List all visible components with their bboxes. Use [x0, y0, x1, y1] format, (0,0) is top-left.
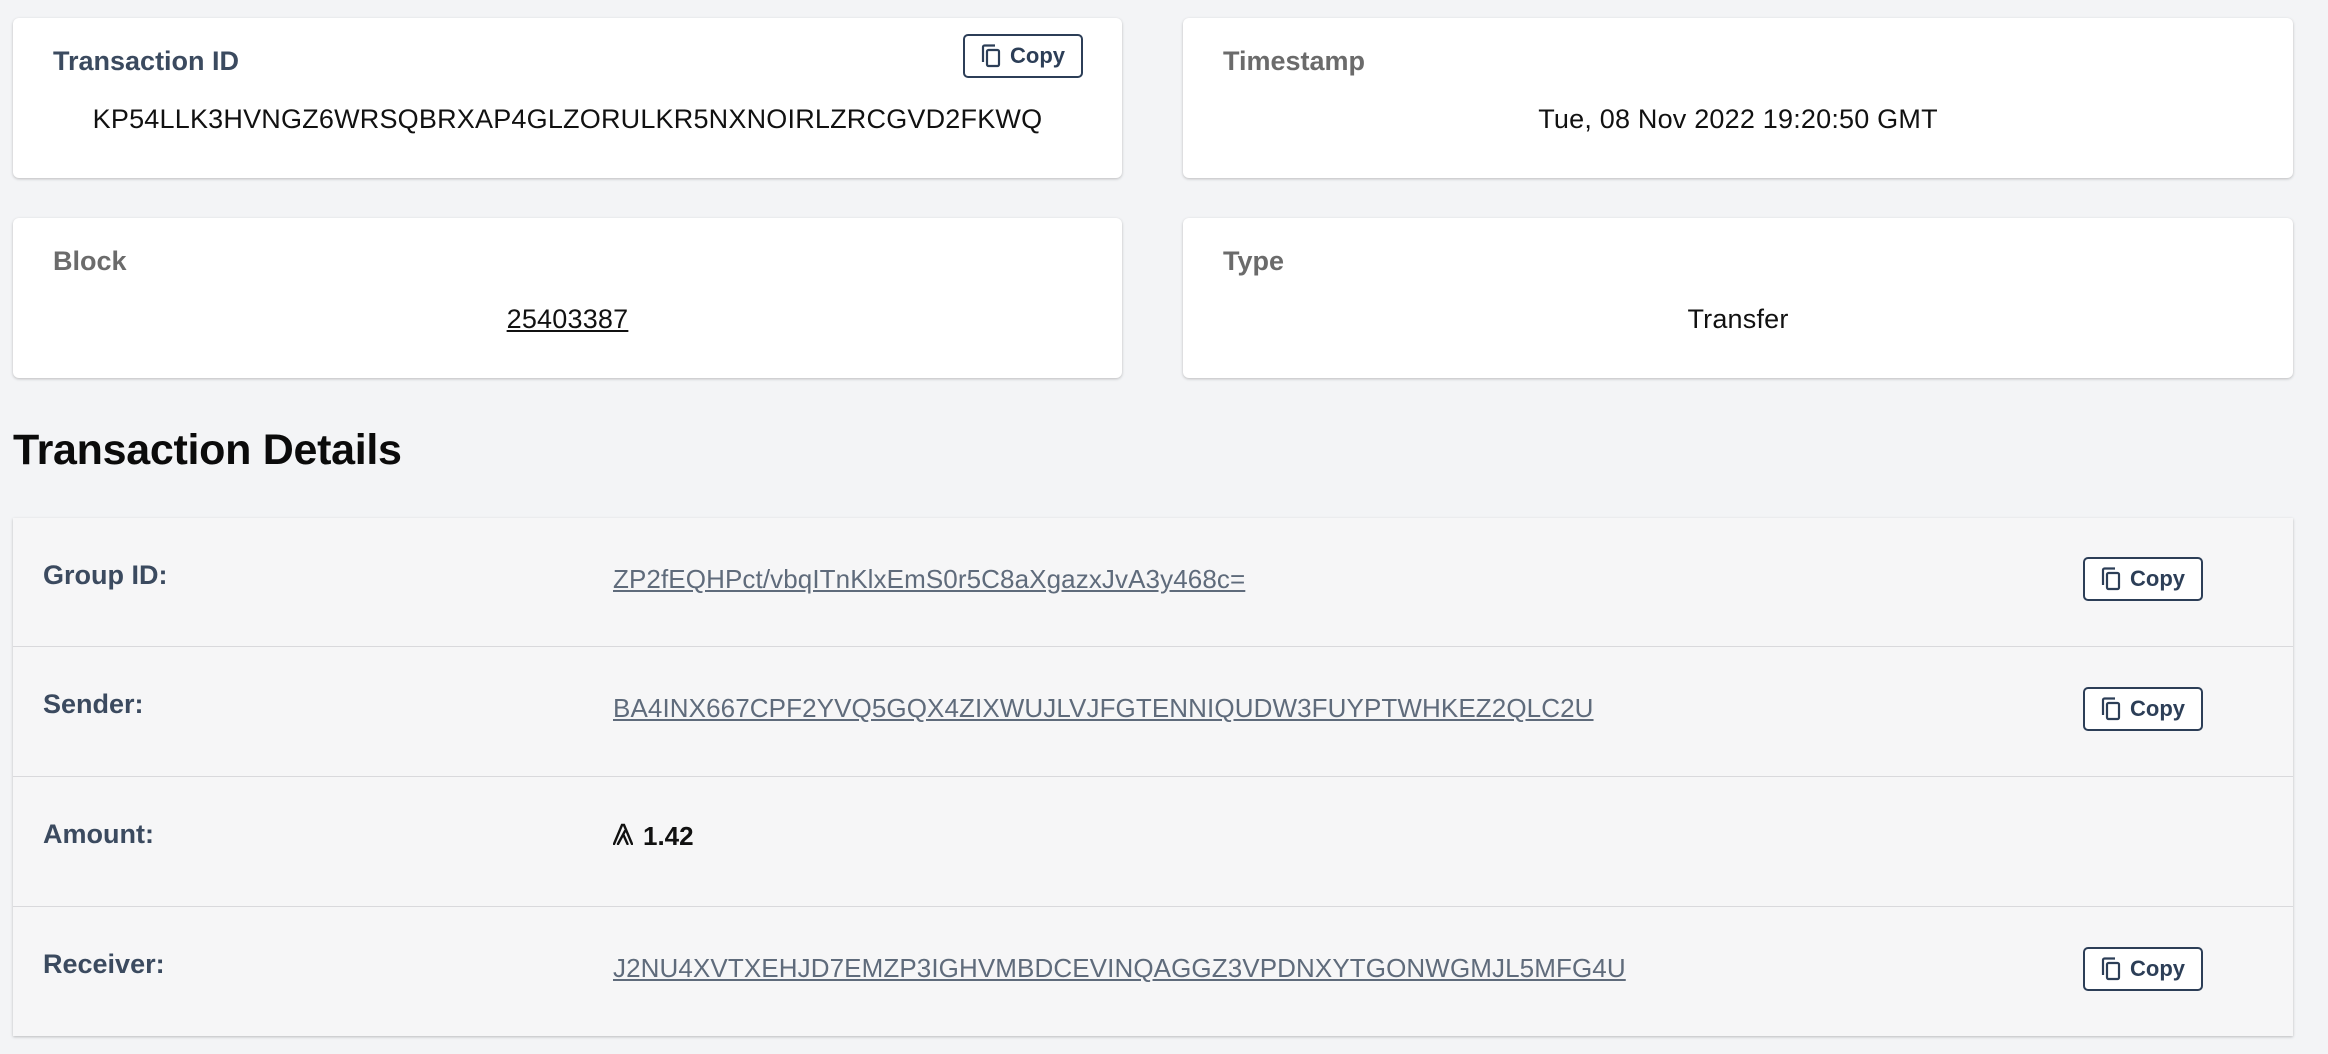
group-id-link[interactable]: ZP2fEQHPct/vbqITnKlxEmS0r5C8aXgazxJvA3y4… — [613, 564, 1245, 595]
copy-button-label: Copy — [2130, 696, 2185, 721]
group-id-row: Group ID: ZP2fEQHPct/vbqITnKlxEmS0r5C8aX… — [13, 518, 2293, 647]
copy-icon — [2101, 567, 2121, 591]
transaction-id-card: Transaction ID Copy KP54LLK3HVNGZ6WRSQBR… — [13, 18, 1122, 178]
sender-row: Sender: BA4INX667CPF2YVQ5GQX4ZIXWUJLVJFG… — [13, 647, 2293, 777]
block-title: Block — [53, 246, 127, 276]
amount-value: 1.42 — [643, 821, 694, 851]
copy-receiver-button[interactable]: Copy — [2083, 947, 2203, 991]
copy-button-label: Copy — [2130, 566, 2185, 591]
transaction-id-value: KP54LLK3HVNGZ6WRSQBRXAP4GLZORULKR5NXNOIR… — [92, 104, 1043, 134]
sender-address-link[interactable]: BA4INX667CPF2YVQ5GQX4ZIXWUJLVJFGTENNIQUD… — [613, 693, 1594, 724]
receiver-row: Receiver: J2NU4XVTXEHJD7EMZP3IGHVMBDCEVI… — [13, 907, 2293, 1036]
transaction-details-heading: Transaction Details — [13, 426, 402, 474]
copy-button-label: Copy — [1010, 43, 1065, 68]
copy-icon — [2101, 697, 2121, 721]
amount-row: Amount: 1.42 — [13, 777, 2293, 907]
copy-icon — [981, 44, 1001, 68]
transaction-details-table: Group ID: ZP2fEQHPct/vbqITnKlxEmS0r5C8aX… — [13, 518, 2293, 1036]
algorand-icon — [612, 821, 634, 852]
timestamp-card: Timestamp Tue, 08 Nov 2022 19:20:50 GMT — [1183, 18, 2293, 178]
transaction-id-title: Transaction ID — [53, 46, 240, 76]
copy-icon — [2101, 957, 2121, 981]
type-title: Type — [1223, 246, 1285, 276]
type-card: Type Transfer — [1183, 218, 2293, 378]
copy-sender-button[interactable]: Copy — [2083, 687, 2203, 731]
block-card: Block 25403387 — [13, 218, 1122, 378]
timestamp-value: Tue, 08 Nov 2022 19:20:50 GMT — [1538, 104, 1938, 134]
block-number-link[interactable]: 25403387 — [13, 304, 1122, 335]
type-value: Transfer — [1687, 304, 1789, 334]
group-id-label: Group ID: — [43, 560, 168, 590]
copy-group-id-button[interactable]: Copy — [2083, 557, 2203, 601]
copy-transaction-id-button[interactable]: Copy — [963, 34, 1083, 78]
sender-label: Sender: — [43, 689, 144, 719]
timestamp-title: Timestamp — [1223, 46, 1366, 76]
amount-value-group: 1.42 — [612, 821, 694, 852]
amount-label: Amount: — [43, 819, 154, 849]
receiver-label: Receiver: — [43, 949, 165, 979]
copy-button-label: Copy — [2130, 956, 2185, 981]
receiver-address-link[interactable]: J2NU4XVTXEHJD7EMZP3IGHVMBDCEVINQAGGZ3VPD… — [613, 953, 1626, 984]
